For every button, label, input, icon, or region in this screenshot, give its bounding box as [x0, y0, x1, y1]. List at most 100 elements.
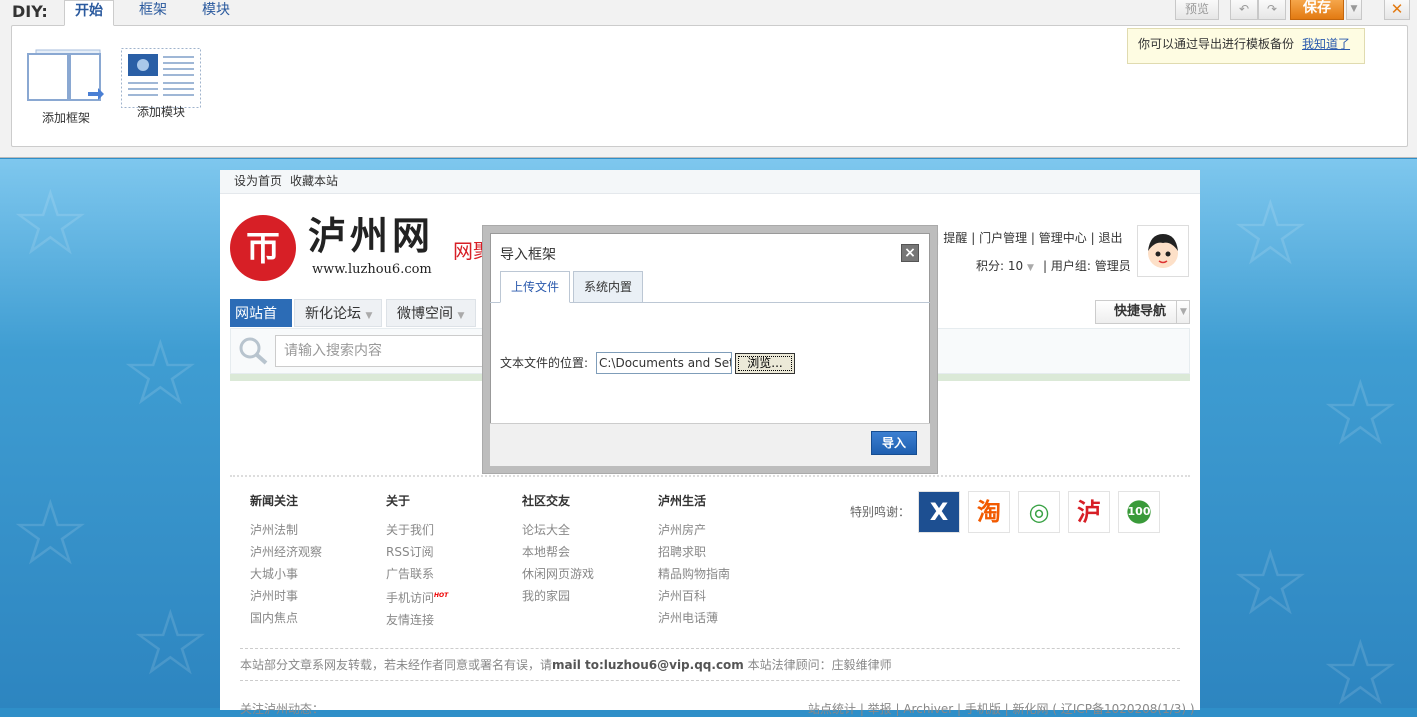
- sponsor-logo[interactable]: 100: [1118, 491, 1160, 533]
- search-icon[interactable]: [238, 336, 270, 366]
- sponsor-logo[interactable]: X: [918, 491, 960, 533]
- footer-column: 社区交友 论坛大全 本地帮会 休闲网页游戏 我的家园: [522, 493, 594, 607]
- dialog-footer: [490, 423, 930, 466]
- browse-button[interactable]: 浏览...: [735, 353, 795, 374]
- footer-link[interactable]: RSS订阅: [386, 541, 448, 563]
- chevron-down-icon: ▼: [1350, 4, 1358, 14]
- sponsor-logo[interactable]: 泸: [1068, 491, 1110, 533]
- tab-frame[interactable]: 框架: [129, 0, 177, 26]
- points-label[interactable]: 积分: 10 ▼: [976, 257, 1034, 274]
- save-button[interactable]: 保存: [1290, 0, 1344, 20]
- footer-heading: 社区交友: [522, 494, 571, 508]
- footer-link[interactable]: 泸州房产: [658, 519, 730, 541]
- tab-start[interactable]: 开始: [64, 0, 114, 26]
- footer-link[interactable]: 休闲网页游戏: [522, 563, 594, 585]
- tab-system-builtin[interactable]: 系统内置: [573, 271, 643, 303]
- nav-item-home[interactable]: 网站首页: [230, 299, 292, 350]
- footer-link[interactable]: 泸州法制: [250, 519, 322, 541]
- footer-link[interactable]: 本地帮会: [522, 541, 594, 563]
- tip-dismiss-link[interactable]: 我知道了: [1302, 37, 1350, 51]
- footer-link[interactable]: 论坛大全: [522, 519, 594, 541]
- logo-text: 泸州网: [308, 213, 435, 258]
- sponsor-logo[interactable]: ◎: [1018, 491, 1060, 533]
- footer-heading: 关于: [386, 494, 411, 508]
- undo-button[interactable]: ↶: [1230, 0, 1258, 20]
- star-decoration: ☆: [10, 481, 91, 586]
- avatar[interactable]: [1137, 225, 1189, 277]
- footer-link[interactable]: 手机访问HOT: [386, 585, 448, 609]
- tip-text: 你可以通过导出进行模板备份: [1138, 37, 1295, 51]
- close-diy-button[interactable]: ✕: [1384, 0, 1410, 20]
- chevron-down-icon[interactable]: ▼: [1176, 301, 1190, 323]
- hot-badge: HOT: [434, 592, 449, 599]
- save-dropdown-button[interactable]: ▼: [1346, 0, 1362, 20]
- footer-link[interactable]: 广告联系: [386, 563, 448, 585]
- svg-text:帀: 帀: [246, 229, 280, 269]
- footer-heading: 泸州生活: [658, 494, 707, 508]
- user-link[interactable]: 门户管理: [979, 231, 1027, 245]
- import-button[interactable]: 导入: [871, 431, 917, 455]
- sponsor-logo[interactable]: 淘: [968, 491, 1010, 533]
- divider: [240, 680, 1180, 681]
- user-link[interactable]: 退出: [1098, 231, 1122, 245]
- divider: [230, 475, 1190, 479]
- add-frame-icon: [27, 49, 104, 101]
- nav-item-weibo[interactable]: 微博空间 ▼: [386, 299, 476, 327]
- add-module-icon: [121, 48, 201, 108]
- add-frame-tool[interactable]: 添加框架: [26, 48, 106, 126]
- footer-link[interactable]: 大城小事: [250, 563, 322, 585]
- preview-button[interactable]: 预览: [1175, 0, 1219, 20]
- footer-column: 泸州生活 泸州房产 招聘求职 精品购物指南 泸州百科 泸州电话薄: [658, 493, 730, 629]
- star-decoration: ☆: [1320, 361, 1401, 466]
- star-decoration: ☆: [1230, 531, 1311, 636]
- redo-button[interactable]: ↷: [1258, 0, 1286, 20]
- search-input[interactable]: 请输入搜索内容: [275, 335, 495, 367]
- footer-link[interactable]: 泸州百科: [658, 585, 730, 607]
- footer-link[interactable]: 泸州时事: [250, 585, 322, 607]
- footer-link[interactable]: 泸州经济观察: [250, 541, 322, 563]
- footer-link[interactable]: 国内焦点: [250, 607, 322, 629]
- diy-label: DIY:: [12, 2, 48, 21]
- logo-url: www.luzhou6.com: [312, 262, 432, 277]
- thanks-label: 特别鸣谢：: [850, 505, 911, 519]
- file-path-input[interactable]: C:\Documents and Settings: [596, 352, 732, 374]
- star-decoration: ☆: [1320, 621, 1401, 709]
- star-decoration: ☆: [120, 321, 201, 426]
- nav-item-forum[interactable]: 新化论坛 ▼: [294, 299, 382, 327]
- user-link[interactable]: 提醒: [943, 231, 967, 245]
- close-icon: ×: [904, 245, 916, 261]
- tab-upload-file[interactable]: 上传文件: [500, 271, 570, 303]
- contact-email-link[interactable]: mail to:luzhou6@vip.qq.com: [552, 658, 744, 672]
- footer-heading: 新闻关注: [250, 494, 299, 508]
- footer-link[interactable]: 关于我们: [386, 519, 448, 541]
- redo-icon: ↷: [1266, 2, 1278, 16]
- divider: [240, 648, 1180, 649]
- footer-column: 新闻关注 泸州法制 泸州经济观察 大城小事 泸州时事 国内焦点: [250, 493, 322, 629]
- close-icon: ✕: [1390, 0, 1404, 18]
- footer-link[interactable]: 招聘求职: [658, 541, 730, 563]
- set-homepage-link[interactable]: 设为首页: [234, 174, 282, 188]
- user-link[interactable]: 管理中心: [1039, 231, 1087, 245]
- site-topbar: 设为首页 收藏本站: [220, 170, 1200, 194]
- dialog-close-button[interactable]: ×: [901, 244, 919, 262]
- star-decoration: ☆: [1230, 181, 1311, 286]
- footer-link[interactable]: 我的家园: [522, 585, 594, 607]
- bookmark-link[interactable]: 收藏本站: [290, 174, 338, 188]
- footer-column: 关于 关于我们 RSS订阅 广告联系 手机访问HOT 友情连接: [386, 493, 448, 631]
- footer-link[interactable]: 泸州电话薄: [658, 607, 730, 629]
- disclaimer: 本站部分文章系网友转载，若未经作者同意或署名有误，请mail to:luzhou…: [240, 658, 892, 672]
- follow-label: 关注泸州动态：: [240, 702, 325, 716]
- footer-link[interactable]: 友情连接: [386, 609, 448, 631]
- star-decoration: ☆: [10, 171, 91, 276]
- star-decoration: ☆: [130, 591, 211, 696]
- avatar-icon: [1148, 234, 1178, 268]
- file-path-label: 文本文件的位置:: [500, 356, 589, 370]
- undo-icon: ↶: [1238, 2, 1250, 16]
- add-module-tool[interactable]: 添加模块: [121, 48, 201, 120]
- add-frame-label: 添加框架: [41, 111, 90, 125]
- tip-tooltip: 你可以通过导出进行模板备份 我知道了: [1127, 28, 1365, 64]
- footer-links[interactable]: 站点统计 | 举报 | Archiver | 手机版 | 新化网 ( 辽ICP备…: [808, 700, 1195, 717]
- usergroup-label: | 用户组: 管理员: [1043, 259, 1131, 273]
- footer-link[interactable]: 精品购物指南: [658, 563, 730, 585]
- tab-module[interactable]: 模块: [192, 0, 240, 26]
